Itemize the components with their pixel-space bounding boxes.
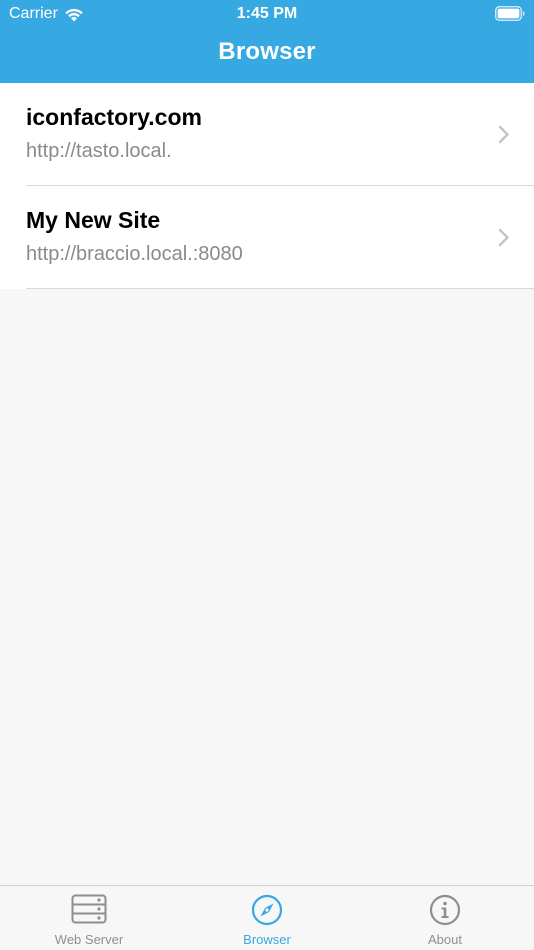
compass-icon [178, 894, 356, 926]
list-item-site[interactable]: iconfactory.com http://tasto.local. [0, 83, 534, 186]
chevron-right-icon [498, 228, 510, 247]
site-url: http://braccio.local.:8080 [26, 243, 243, 265]
tab-label: Browser [243, 932, 291, 947]
status-time: 1:45 PM [236, 5, 298, 22]
chevron-right-icon [498, 125, 510, 144]
battery-icon [495, 6, 525, 21]
server-icon [0, 894, 178, 924]
page-title: Browser [218, 38, 316, 65]
tab-web-server[interactable]: Web Server [0, 886, 178, 950]
list-item-site[interactable]: My New Site http://braccio.local.:8080 [0, 186, 534, 289]
tab-browser[interactable]: Browser [178, 886, 356, 950]
site-name: My New Site [26, 207, 161, 233]
site-list: iconfactory.com http://tasto.local. My N… [0, 83, 534, 289]
site-url: http://tasto.local. [26, 140, 172, 162]
tab-bar: Web Server Browser About [0, 885, 534, 950]
navigation-bar: Carrier 1:45 PM Browser [0, 0, 534, 83]
row-separator [26, 288, 534, 289]
tab-label: Web Server [54, 932, 124, 947]
tab-label: About [428, 932, 462, 947]
tab-about[interactable]: About [356, 886, 534, 950]
status-bar: Carrier 1:45 PM [0, 0, 534, 28]
site-name: iconfactory.com [26, 104, 202, 130]
info-icon [356, 894, 534, 926]
